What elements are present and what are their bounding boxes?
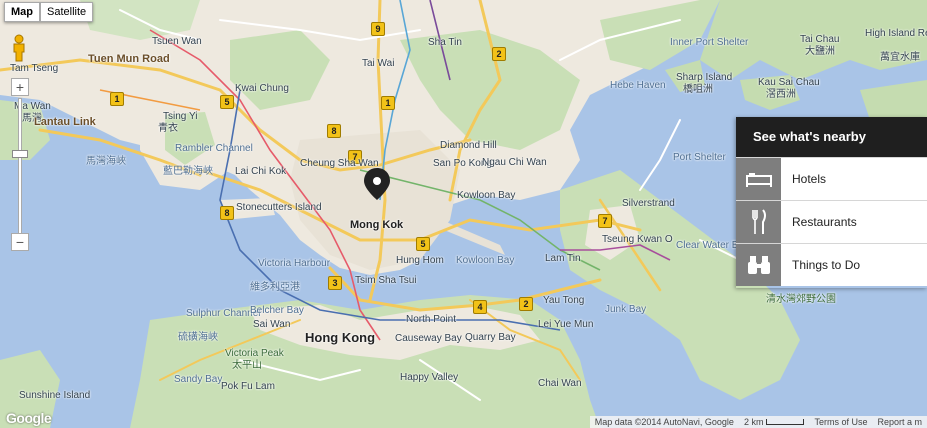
label-yau-tong: Yau Tong (543, 295, 585, 306)
label-tsim-sha-tsui: Tsim Sha Tsui (355, 275, 417, 286)
label-kwai-chung: Kwai Chung (235, 83, 289, 94)
label-tsuen-wan: Tsuen Wan (152, 36, 202, 47)
label-sha-tin: Sha Tin (428, 37, 462, 48)
label-hung-hom: Hung Hom (396, 255, 444, 266)
nearby-item-label: Restaurants (792, 215, 857, 229)
zoom-slider-thumb[interactable] (12, 150, 28, 158)
label-victoria-harbour-zh: 維多利亞港 (250, 282, 300, 293)
label-diamond-hill: Diamond Hill (440, 140, 497, 151)
label-sunshine-island: Sunshine Island (19, 390, 91, 401)
label-country-park-zh: 清水灣郊野公園 (766, 294, 836, 305)
report-link[interactable]: Report a m (872, 417, 927, 427)
label-lam-tin: Lam Tin (545, 253, 581, 264)
label-causeway-bay: Causeway Bay (395, 333, 462, 344)
google-logo[interactable]: Google (6, 410, 52, 426)
label-chai-wan: Chai Wan (538, 378, 582, 389)
label-victoria-peak-zh: 太平山 (232, 360, 262, 371)
label-lei-yue-mun: Lei Yue Mun (538, 319, 594, 330)
map-footer: Map data ©2014 AutoNavi, Google 2 km Ter… (589, 416, 927, 428)
route-shield: 7 (598, 214, 612, 228)
label-port-shelter: Port Shelter (673, 152, 726, 163)
route-shield: 5 (220, 95, 234, 109)
zoom-in-button[interactable]: + (11, 78, 29, 96)
label-belcher-bay: Belcher Bay (250, 305, 304, 316)
scale-bar (766, 419, 805, 425)
fork-knife-icon (736, 201, 781, 243)
route-shield: 8 (220, 206, 234, 220)
scale-label: 2 km (743, 417, 764, 427)
label-hebe-haven: Hebe Haven (610, 80, 666, 91)
label-tam-tseng: Tam Tseng (10, 63, 59, 74)
label-tuen-mun-road: Tuen Mun Road (88, 53, 170, 65)
label-high-island-reservoir: High Island Reservoir (865, 28, 927, 39)
label-tai-chau: Tai Chau (800, 34, 840, 45)
label-sandy-bay: Sandy Bay (174, 374, 223, 385)
label-lai-chi-kok: Lai Chi Kok (235, 166, 287, 177)
label-high-island-reservoir-zh: 萬宜水庫 (880, 52, 920, 63)
label-kau-sai-chau: Kau Sai Chau (758, 77, 820, 88)
label-mong-kok: Mong Kok (350, 219, 404, 231)
label-silverstrand: Silverstrand (622, 198, 675, 209)
binoculars-icon (736, 244, 781, 286)
route-shield: 2 (519, 297, 533, 311)
label-hong-kong: Hong Kong (305, 330, 376, 345)
map-data-attribution: Map data ©2014 AutoNavi, Google (594, 417, 734, 427)
label-inner-port-shelter: Inner Port Shelter (670, 37, 749, 48)
label-stonecutters-island: Stonecutters Island (236, 202, 322, 213)
nearby-item-hotels[interactable]: Hotels (736, 157, 927, 200)
map-type-control: Map Satellite (4, 2, 94, 22)
label-kowloon-bay: Kowloon Bay (457, 190, 516, 201)
label-pok-fu-lam: Pok Fu Lam (221, 381, 275, 392)
route-shield: 8 (327, 124, 341, 138)
nearby-item-things-to-do[interactable]: Things to Do (736, 243, 927, 286)
label-tsing-yi-zh: 青衣 (158, 123, 178, 134)
label-tai-chau-zh: 大鹽洲 (805, 46, 835, 57)
label-north-point: North Point (406, 314, 457, 325)
route-shield: 3 (328, 276, 342, 290)
nearby-item-label: Hotels (792, 172, 827, 186)
label-tsing-yi: Tsing Yi (163, 111, 198, 122)
route-shield: 1 (110, 92, 124, 106)
label-kowloon-bay-water: Kowloon Bay (456, 255, 515, 266)
label-kau-sai-chau-zh: 滘西洲 (766, 89, 796, 100)
label-sharp-island: Sharp Island (676, 72, 733, 83)
route-shield: 5 (416, 237, 430, 251)
bed-icon (736, 158, 781, 200)
label-ngau-chi-wan: Ngau Chi Wan (482, 157, 547, 168)
route-shield: 9 (371, 22, 385, 36)
route-shield: 4 (473, 300, 487, 314)
label-quarry-bay: Quarry Bay (465, 332, 516, 343)
label-cheung-sha-wan: Cheung Sha Wan (300, 158, 379, 169)
label-sharp-island-zh: 橋咀洲 (683, 84, 713, 95)
label-rambler-channel: Rambler Channel (175, 143, 253, 154)
label-sai-wan: Sai Wan (253, 319, 291, 330)
label-happy-valley: Happy Valley (400, 372, 459, 383)
label-victoria-peak: Victoria Peak (225, 348, 284, 359)
nearby-panel-title: See what's nearby (736, 117, 927, 157)
label-victoria-harbour: Victoria Harbour (258, 258, 331, 269)
nearby-item-restaurants[interactable]: Restaurants (736, 200, 927, 243)
nearby-item-label: Things to Do (792, 258, 861, 272)
label-junk-bay: Junk Bay (605, 304, 647, 315)
nearby-panel: See what's nearby Hotels Restaurants Thi… (736, 117, 927, 288)
label-lantau-link: Lantau Link (34, 116, 96, 128)
route-shield: 1 (381, 96, 395, 110)
street-view-pegman-icon[interactable] (10, 34, 28, 62)
map-type-satellite-button[interactable]: Satellite (40, 2, 94, 22)
label-sulphur-channel-zh: 硫磺海峽 (178, 332, 218, 343)
terms-link[interactable]: Terms of Use (809, 417, 872, 427)
zoom-control: + − (11, 78, 29, 252)
scale-control[interactable]: 2 km (739, 417, 810, 427)
zoom-slider-track[interactable] (18, 98, 22, 234)
map-type-map-button[interactable]: Map (4, 2, 40, 22)
label-ma-wan-channel-zh: 馬灣海峽 (86, 156, 126, 167)
label-tai-wai: Tai Wai (362, 58, 395, 69)
route-shield: 2 (492, 47, 506, 61)
label-tseung-kwan-o: Tseung Kwan O (602, 234, 673, 245)
zoom-out-button[interactable]: − (11, 233, 29, 251)
label-rambler-channel-zh: 藍巴勒海峽 (163, 166, 213, 177)
